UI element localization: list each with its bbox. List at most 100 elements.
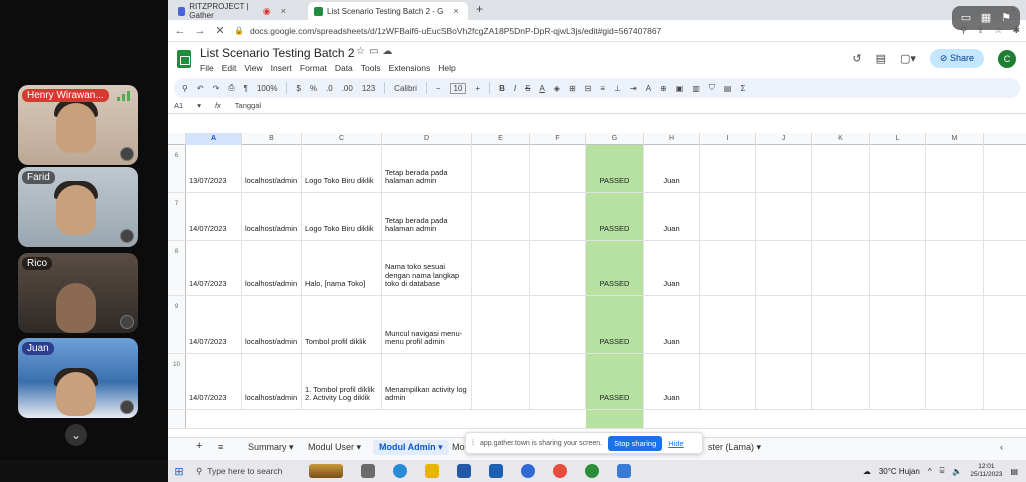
share-button[interactable]: ⊘ Share <box>929 49 984 68</box>
cell-expected[interactable]: Menampilkan activity log admin <box>382 354 472 409</box>
zoom-select[interactable]: 100% <box>257 84 277 93</box>
cell-i[interactable] <box>700 296 756 353</box>
cell-tester[interactable]: Juan <box>644 241 700 295</box>
participant-tile-rico[interactable]: Rico <box>18 253 138 333</box>
cell-url[interactable]: localhost/admin <box>242 296 302 353</box>
status-badge[interactable]: PASSED <box>586 296 644 353</box>
filter-views-icon[interactable]: ▤ <box>724 84 732 93</box>
cell-tester[interactable]: Juan <box>644 193 700 240</box>
cell-k[interactable] <box>812 354 870 409</box>
cell-m[interactable] <box>926 193 984 240</box>
cell-m[interactable] <box>926 145 984 192</box>
status-badge[interactable]: PASSED <box>586 241 644 295</box>
cell-l[interactable] <box>870 241 926 295</box>
cell-expected[interactable]: Tetap berada pada halaman admin <box>382 145 472 192</box>
cell-l[interactable] <box>870 145 926 192</box>
cell-k[interactable] <box>812 296 870 353</box>
tab-master-lama[interactable]: ster (Lama) ▾ <box>708 442 761 453</box>
forward-icon[interactable]: → <box>194 25 206 37</box>
menu-insert[interactable]: Insert <box>271 63 292 73</box>
currency-button[interactable]: $ <box>296 84 300 93</box>
weather-text[interactable]: 30°C Hujan <box>879 467 920 476</box>
column-header-g[interactable]: G <box>586 133 644 145</box>
cell-j[interactable] <box>756 296 812 353</box>
cell-e[interactable] <box>472 241 530 295</box>
drag-handle-icon[interactable]: ⁞ <box>472 440 474 447</box>
bold-icon[interactable]: B <box>499 84 505 93</box>
grid-view-icon[interactable]: ▦ <box>977 9 995 27</box>
windows-start-icon[interactable]: ⊞ <box>168 465 190 478</box>
close-tab-icon[interactable]: × <box>281 6 286 16</box>
tab-gather[interactable]: RITZPROJECT | Gather ◉ × <box>172 2 292 20</box>
cell-m[interactable] <box>926 354 984 409</box>
valign-icon[interactable]: ⊥ <box>614 84 621 93</box>
menu-help[interactable]: Help <box>438 63 455 73</box>
cell-i[interactable] <box>700 241 756 295</box>
wrap-icon[interactable]: ⇥ <box>630 84 637 93</box>
row-header[interactable] <box>168 410 186 428</box>
pin-icon[interactable]: ⚑ <box>997 9 1015 27</box>
participant-tile-henry[interactable]: Henry Wirawan... <box>18 85 138 165</box>
menu-view[interactable]: View <box>244 63 262 73</box>
cell-j[interactable] <box>756 145 812 192</box>
chart-icon[interactable]: ▥ <box>692 84 700 93</box>
text-color-icon[interactable]: A <box>539 84 544 93</box>
column-header-l[interactable]: L <box>870 133 926 145</box>
name-box-dropdown-icon[interactable]: ▾ <box>197 101 201 110</box>
close-icon[interactable]: ✕ <box>214 24 226 37</box>
all-sheets-button[interactable]: ≡ <box>218 442 223 452</box>
functions-icon[interactable]: Σ <box>740 84 745 93</box>
font-size-increase[interactable]: + <box>475 84 480 93</box>
cell-date[interactable]: 14/07/2023 <box>186 193 242 240</box>
cell-f[interactable] <box>530 193 586 240</box>
row-header[interactable]: 10 <box>168 354 186 409</box>
cell-i[interactable] <box>700 193 756 240</box>
cell-tester[interactable]: Juan <box>644 354 700 409</box>
redo-icon[interactable]: ↷ <box>213 84 220 93</box>
cell-expected[interactable]: Muncul navigasi menu-menu profil admin <box>382 296 472 353</box>
cell-j[interactable] <box>756 241 812 295</box>
cell-date[interactable]: 13/07/2023 <box>186 145 242 192</box>
close-tab-icon[interactable]: × <box>453 6 458 16</box>
cell-f[interactable] <box>530 354 586 409</box>
comment-icon[interactable]: ▣ <box>676 84 684 93</box>
print-icon[interactable]: ⎙ <box>228 83 234 93</box>
sheets-logo-icon[interactable] <box>177 50 191 68</box>
tab-modul-admin[interactable]: Modul Admin ▾ <box>373 440 449 455</box>
merge-icon[interactable]: ⊟ <box>585 84 592 93</box>
cell-url[interactable]: localhost/admin <box>242 145 302 192</box>
history-icon[interactable]: ↺ <box>852 52 861 65</box>
formula-input[interactable]: Tanggal <box>235 101 261 110</box>
borders-icon[interactable]: ⊞ <box>569 84 576 93</box>
cell-e[interactable] <box>472 193 530 240</box>
menu-extensions[interactable]: Extensions <box>389 63 431 73</box>
cell-e[interactable] <box>472 145 530 192</box>
cell-action[interactable]: Halo, [nama Toko] <box>302 241 382 295</box>
cell-tester[interactable]: Juan <box>644 296 700 353</box>
strikethrough-icon[interactable]: S <box>525 84 530 93</box>
cell-j[interactable] <box>756 354 812 409</box>
app-icon[interactable] <box>521 464 535 478</box>
cell-tester[interactable]: Juan <box>644 145 700 192</box>
cell-m[interactable] <box>926 296 984 353</box>
cell-m[interactable] <box>926 241 984 295</box>
number-format-button[interactable]: 123 <box>362 84 375 93</box>
cell-g[interactable] <box>586 410 644 428</box>
column-header-a[interactable]: A <box>186 133 242 145</box>
menu-format[interactable]: Format <box>300 63 327 73</box>
cell-action[interactable]: Logo Toko Biru diklik <box>302 193 382 240</box>
meet-icon[interactable]: ▢▾ <box>900 52 916 65</box>
network-icon[interactable]: ⌸ <box>940 466 945 476</box>
font-size-decrease[interactable]: − <box>436 84 441 93</box>
new-tab-icon[interactable]: + <box>476 2 483 16</box>
store-icon[interactable] <box>457 464 471 478</box>
status-badge[interactable]: PASSED <box>586 193 644 240</box>
file-explorer-icon[interactable] <box>425 464 439 478</box>
font-select[interactable]: Calibri <box>394 84 417 93</box>
star-icon[interactable]: ☆ <box>356 46 369 57</box>
search-highlight-icon[interactable] <box>309 464 343 478</box>
cell-j[interactable] <box>756 193 812 240</box>
edge-icon[interactable] <box>393 464 407 478</box>
cell-expected[interactable]: Tetap berada pada halaman admin <box>382 193 472 240</box>
url-field[interactable]: 🔒 docs.google.com/spreadsheets/d/1zWFBai… <box>234 23 794 39</box>
